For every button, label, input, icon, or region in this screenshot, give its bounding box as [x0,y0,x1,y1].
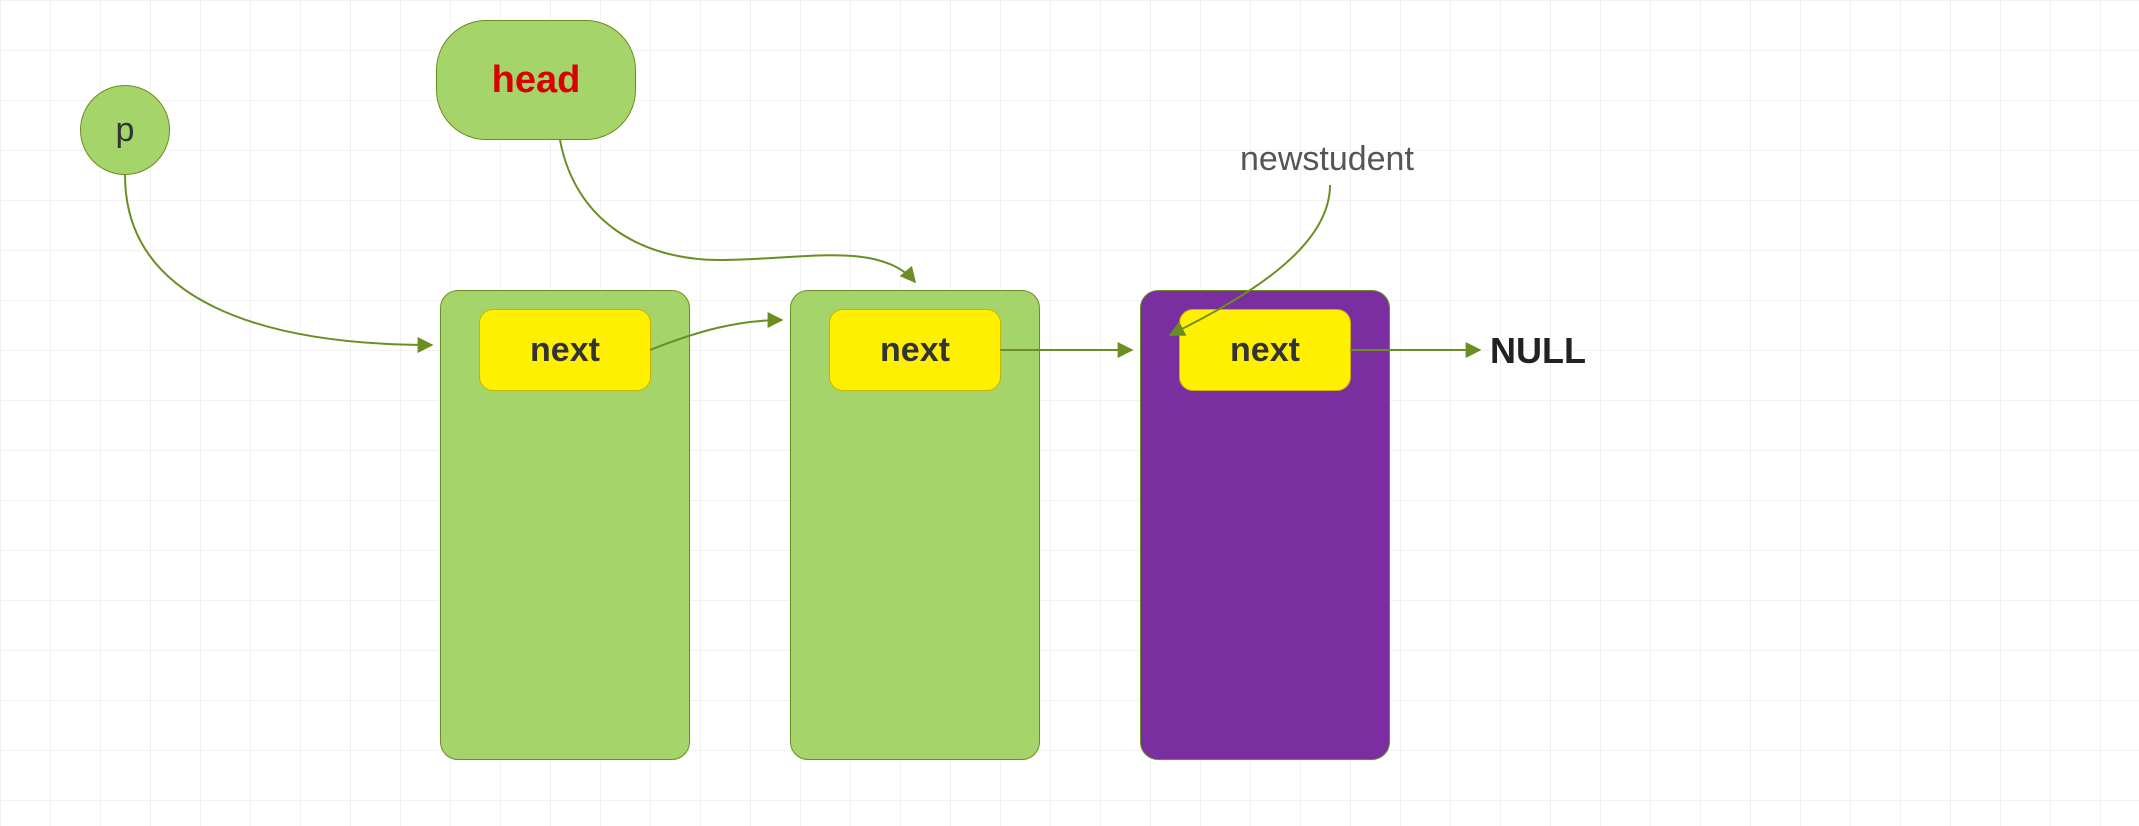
background-grid [0,0,2139,826]
node-1: next [440,290,690,760]
pointer-p-label: p [116,111,135,150]
pointer-head: head [436,20,636,140]
node-3-newstudent: next [1140,290,1390,760]
null-terminal: NULL [1490,330,1586,372]
node-1-next: next [479,309,651,391]
node-3-next-label: next [1230,331,1300,370]
pointer-head-label: head [492,59,581,102]
pointer-newstudent-label: newstudent [1240,140,1414,179]
node-3-next: next [1179,309,1351,391]
pointer-p: p [80,85,170,175]
node-2: next [790,290,1040,760]
node-2-next-label: next [880,331,950,370]
node-1-next-label: next [530,331,600,370]
node-2-next: next [829,309,1001,391]
